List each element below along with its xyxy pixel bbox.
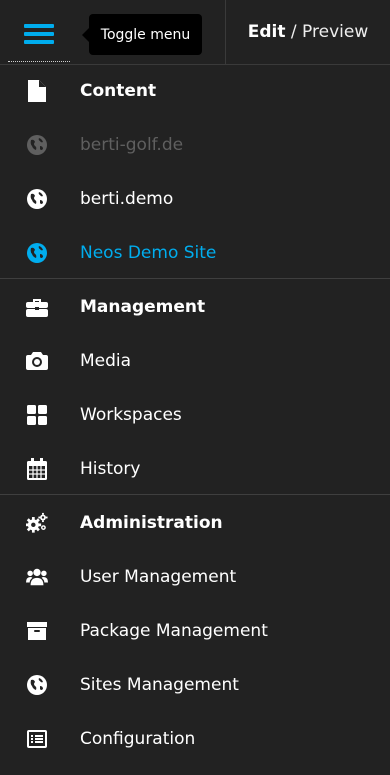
menu-item-label: History: [80, 459, 141, 479]
menu-item-label: Package Management: [80, 621, 268, 641]
menu-heading-administration[interactable]: Administration: [0, 496, 390, 550]
menu-toggle-button[interactable]: [8, 6, 70, 62]
menu-item-label: Sites Management: [80, 675, 239, 695]
globe-icon: [26, 242, 48, 264]
users-icon: [26, 566, 48, 588]
tooltip-text: Toggle menu: [100, 26, 191, 43]
menu-item-user-management[interactable]: User Management: [0, 550, 390, 604]
site-item-berti-golf[interactable]: berti-golf.de: [0, 118, 390, 172]
globe-icon: [26, 188, 48, 210]
site-item-label: berti.demo: [80, 189, 174, 209]
site-item-neos-demo[interactable]: Neos Demo Site: [0, 226, 390, 280]
hamburger-icon: [24, 23, 54, 44]
globe-icon: [26, 674, 48, 696]
menu-heading-label: Management: [80, 297, 206, 317]
site-item-berti-demo[interactable]: berti.demo: [0, 172, 390, 226]
toggle-menu-tooltip: Toggle menu: [82, 14, 202, 55]
th-large-icon: [26, 404, 48, 426]
menu-item-history[interactable]: History: [0, 442, 390, 496]
menu-item-package-management[interactable]: Package Management: [0, 604, 390, 658]
menu-item-configuration[interactable]: Configuration: [0, 712, 390, 766]
archive-icon: [26, 620, 48, 642]
site-item-label: berti-golf.de: [80, 135, 184, 155]
section-divider: [0, 494, 390, 495]
file-icon: [26, 80, 48, 102]
edit-preview-button[interactable]: Edit / Preview: [225, 0, 390, 64]
menu-heading-management[interactable]: Management: [0, 280, 390, 334]
edit-preview-separator: /: [285, 22, 303, 42]
section-divider: [0, 278, 390, 279]
preview-label: Preview: [302, 22, 369, 42]
site-item-label: Neos Demo Site: [80, 243, 217, 263]
menu-item-label: Configuration: [80, 729, 196, 749]
menu-item-label: Media: [80, 351, 132, 371]
briefcase-icon: [26, 296, 48, 318]
globe-icon: [26, 134, 48, 156]
menu-item-label: User Management: [80, 567, 237, 587]
cogs-icon: [26, 512, 48, 534]
top-bar: Toggle menu Edit / Preview: [0, 0, 390, 64]
camera-icon: [26, 350, 48, 372]
menu-item-sites-management[interactable]: Sites Management: [0, 658, 390, 712]
menu-item-media[interactable]: Media: [0, 334, 390, 388]
menu-heading-label: Administration: [80, 513, 223, 533]
menu-item-label: Workspaces: [80, 405, 182, 425]
list-alt-icon: [26, 728, 48, 750]
edit-label: Edit: [247, 22, 286, 42]
calendar-icon: [26, 458, 48, 480]
menu-heading-label: Content: [80, 81, 157, 101]
menu-item-workspaces[interactable]: Workspaces: [0, 388, 390, 442]
menu-heading-content[interactable]: Content: [0, 64, 390, 118]
